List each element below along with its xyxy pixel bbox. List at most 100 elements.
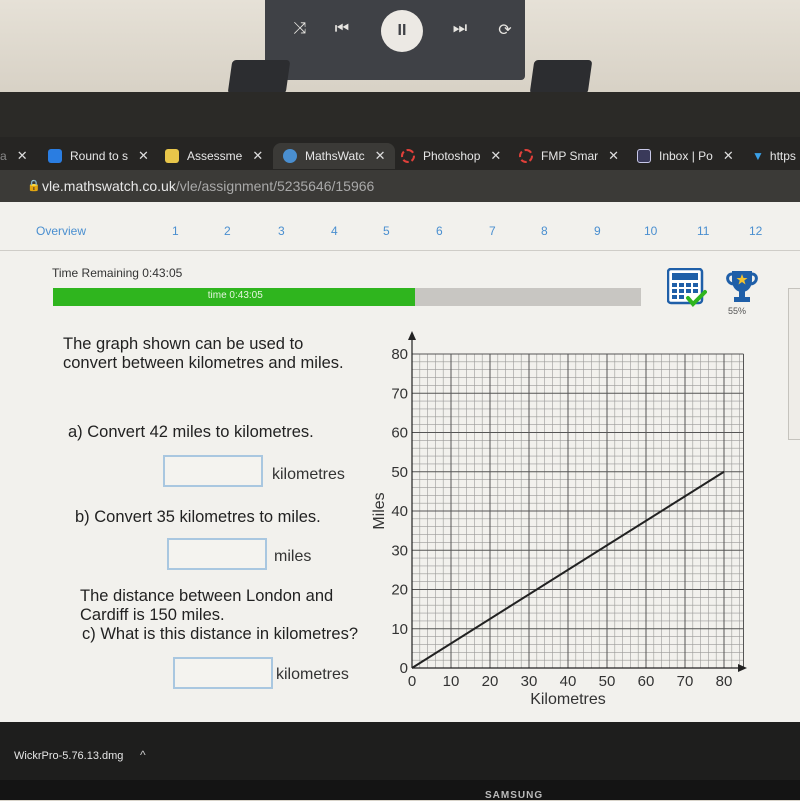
close-icon[interactable]: ✕ xyxy=(490,148,501,164)
address-bar[interactable]: 🔒 vle.mathswatch.co.uk/vle/assignment/52… xyxy=(0,170,800,202)
x-tick-label: 70 xyxy=(677,673,694,690)
nav-question-5[interactable]: 5 xyxy=(383,224,390,238)
time-remaining-label: Time Remaining 0:43:05 xyxy=(52,266,183,280)
x-axis-label: Kilometres xyxy=(530,691,606,708)
close-icon[interactable]: ✕ xyxy=(138,148,149,164)
unit-b-label: miles xyxy=(274,548,312,565)
question-part-a: a) Convert 42 miles to kilometres. xyxy=(68,423,314,441)
monitor-bottom-bezel xyxy=(0,780,800,800)
monitor-brand: SAMSUNG xyxy=(485,790,544,801)
x-tick-label: 20 xyxy=(482,673,499,690)
tab-https[interactable]: ▼ https xyxy=(752,143,796,169)
question-part-b: b) Convert 35 kilometres to miles. xyxy=(75,508,321,526)
ring-icon xyxy=(401,149,415,163)
y-tick-label: 80 xyxy=(391,346,408,363)
tab-photoshop[interactable]: Photoshop ✕ xyxy=(401,143,501,169)
repeat-icon[interactable]: ⟳ xyxy=(493,20,517,40)
y-tick-label: 60 xyxy=(391,425,408,442)
nav-question-2[interactable]: 2 xyxy=(224,224,231,238)
lock-icon: 🔒 xyxy=(27,180,41,192)
close-icon[interactable]: ✕ xyxy=(252,148,263,164)
tab-label: Round to s xyxy=(70,149,129,163)
tab-mathswatch[interactable]: MathsWatc ✕ xyxy=(273,143,396,169)
tab-label: MathsWatc xyxy=(305,149,365,163)
question-intro-line2: convert between kilometres and miles. xyxy=(63,354,344,372)
calculator-icon[interactable] xyxy=(667,268,707,308)
shuffle-icon[interactable]: ⤨ xyxy=(288,20,312,38)
nav-question-12[interactable]: 12 xyxy=(749,224,762,238)
x-tick-label: 60 xyxy=(638,673,655,690)
tab-label: https xyxy=(769,149,796,163)
tab-assessment[interactable]: Assessme ✕ xyxy=(165,143,263,169)
tab-partial[interactable]: a ✕ xyxy=(0,143,28,169)
nav-question-11[interactable]: 11 xyxy=(697,224,709,238)
y-axis-arrow xyxy=(408,331,416,340)
question-context-line2: Cardiff is 150 miles. xyxy=(80,606,225,624)
question-nav: Overview 1 2 3 4 5 6 7 8 9 10 11 12 xyxy=(0,220,800,251)
unit-a-label: kilometres xyxy=(272,466,345,483)
x-tick-labels: 0 10 20 30 40 50 60 70 80 xyxy=(408,673,733,690)
side-panel-edge xyxy=(788,288,800,440)
close-icon[interactable]: ✕ xyxy=(608,148,619,164)
previous-track-icon[interactable]: ⏮ xyxy=(330,20,354,38)
tab-fmp[interactable]: FMP Smar ✕ xyxy=(519,143,619,169)
x-tick-label: 50 xyxy=(599,673,616,690)
y-tick-label: 50 xyxy=(391,464,408,481)
mathswatch-icon xyxy=(283,149,297,163)
nav-question-3[interactable]: 3 xyxy=(278,224,285,238)
y-tick-label: 0 xyxy=(400,660,408,677)
unit-c-label: kilometres xyxy=(276,666,349,683)
ring-icon xyxy=(519,149,533,163)
nav-question-10[interactable]: 10 xyxy=(644,224,657,238)
close-icon[interactable]: ✕ xyxy=(375,148,386,164)
time-progress-bar: time 0:43:05 xyxy=(53,288,641,306)
y-axis-label: Miles xyxy=(371,492,388,529)
next-track-icon[interactable]: ⏭ xyxy=(448,20,472,38)
y-tick-label: 40 xyxy=(391,503,408,520)
speaker-foot-right xyxy=(529,60,593,94)
url-text[interactable]: vle.mathswatch.co.uk/vle/assignment/5235… xyxy=(42,178,374,194)
close-icon[interactable]: ✕ xyxy=(17,148,28,164)
question-part-c: c) What is this distance in kilometres? xyxy=(82,625,359,643)
nav-overview[interactable]: Overview xyxy=(36,224,86,238)
tab-inbox[interactable]: Inbox | Po ✕ xyxy=(637,143,734,169)
close-icon[interactable]: ✕ xyxy=(723,148,734,164)
tab-label: FMP Smar xyxy=(541,149,599,163)
answer-a-input[interactable] xyxy=(163,455,263,487)
time-progress-text: time 0:43:05 xyxy=(207,290,263,301)
x-tick-label: 10 xyxy=(443,673,460,690)
url-domain: vle.mathswatch.co.uk xyxy=(42,178,176,194)
y-tick-label: 10 xyxy=(391,621,408,638)
question-intro-line1: The graph shown can be used to xyxy=(63,335,304,353)
envelope-icon xyxy=(165,149,179,163)
monitor-bezel xyxy=(0,92,800,137)
y-tick-label: 20 xyxy=(391,582,408,599)
triangle-icon: ▼ xyxy=(752,149,764,163)
tab-label: Assessme xyxy=(187,149,243,163)
a-app-icon xyxy=(48,149,62,163)
nav-question-4[interactable]: 4 xyxy=(331,224,338,238)
nav-question-9[interactable]: 9 xyxy=(594,224,601,238)
nav-question-1[interactable]: 1 xyxy=(172,224,179,238)
download-file[interactable]: WickrPro-5.76.13.dmg xyxy=(14,750,123,762)
answer-c-input[interactable] xyxy=(173,657,273,689)
chevron-up-icon[interactable]: ^ xyxy=(140,748,146,762)
answer-b-input[interactable] xyxy=(167,538,267,570)
x-tick-label: 0 xyxy=(408,673,416,690)
browser-tab-bar: a ✕ Round to s ✕ Assessme ✕ MathsWatc ✕ P… xyxy=(0,137,800,170)
pause-button[interactable]: II xyxy=(381,10,423,52)
question-context-line1: The distance between London and xyxy=(80,587,334,605)
y-tick-label: 30 xyxy=(391,542,408,559)
y-tick-label: 70 xyxy=(391,385,408,402)
score-percent: 55% xyxy=(728,306,747,316)
tab-label: Photoshop xyxy=(423,149,481,163)
tab-round-to[interactable]: Round to s ✕ xyxy=(48,143,149,169)
nav-question-8[interactable]: 8 xyxy=(541,224,548,238)
x-tick-label: 40 xyxy=(560,673,577,690)
nav-question-6[interactable]: 6 xyxy=(436,224,443,238)
nav-question-7[interactable]: 7 xyxy=(489,224,496,238)
x-axis-arrow xyxy=(738,664,747,672)
tab-label: Inbox | Po xyxy=(659,149,713,163)
url-path: /vle/assignment/5235646/15966 xyxy=(175,178,375,194)
x-tick-label: 30 xyxy=(521,673,538,690)
